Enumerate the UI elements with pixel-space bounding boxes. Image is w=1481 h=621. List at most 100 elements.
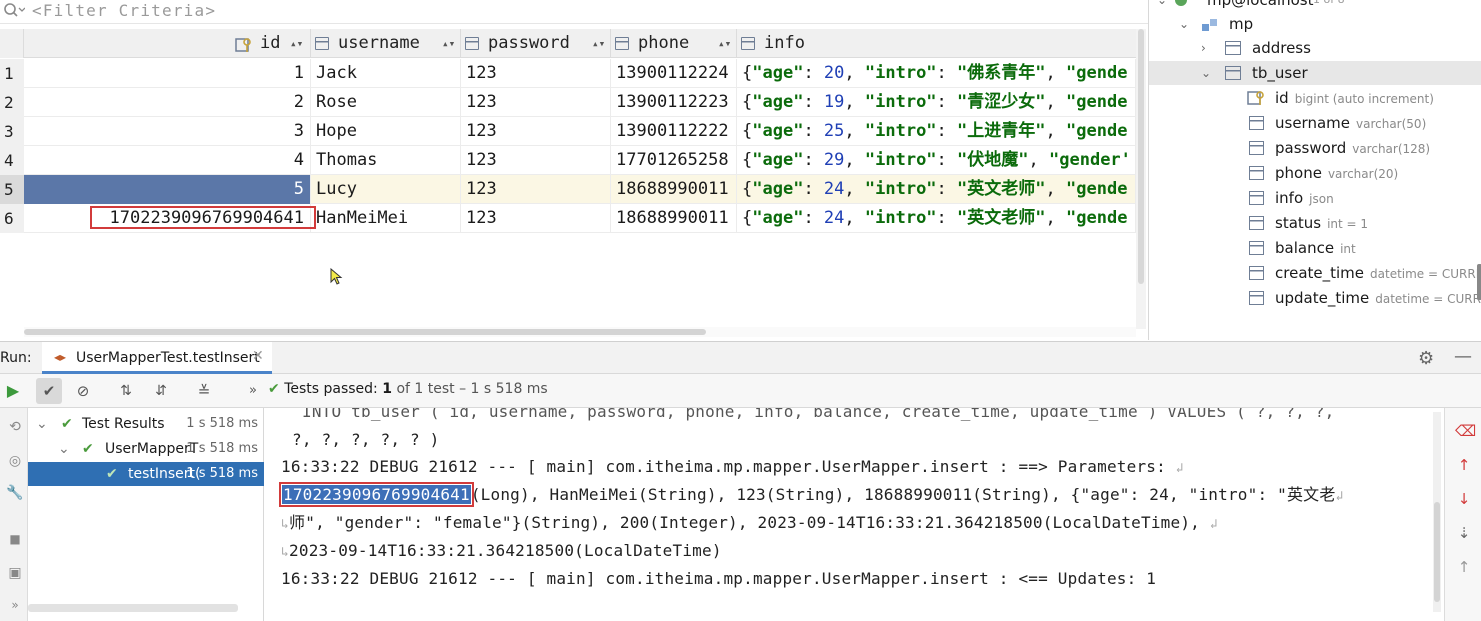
result-time: 1 s 518 ms <box>186 416 258 431</box>
cell-username[interactable]: Rose <box>311 88 461 117</box>
field-name: username <box>1275 114 1350 132</box>
row-number: 6 <box>0 204 24 233</box>
table-icon <box>1225 41 1241 55</box>
table-row[interactable]: 2 2 Rose 123 13900112223 {"age": 19, "in… <box>0 88 1136 117</box>
cell-phone[interactable]: 13900112222 <box>611 117 737 146</box>
console-line: INTO tb_user ( id, username, password, p… <box>302 408 1335 421</box>
column-header-password[interactable]: password ▴▾ <box>461 29 611 58</box>
filter-bar[interactable]: <Filter Criteria> <box>0 0 1148 24</box>
chevron-down-icon[interactable]: ⌄ <box>36 412 48 436</box>
sort-icon[interactable]: ▴▾ <box>592 29 605 58</box>
schema-name: mp <box>1229 15 1254 33</box>
tree-scrollbar[interactable] <box>1477 264 1481 300</box>
filter-input[interactable]: <Filter Criteria> <box>32 1 216 20</box>
table-row-selected[interactable]: 5 5 Lucy 123 18688990011 {"age": 24, "in… <box>0 175 1136 204</box>
sort-icon[interactable]: ▴▾ <box>442 29 455 58</box>
cell-phone[interactable]: 18688990011 <box>611 175 737 204</box>
column-header-label: phone <box>638 33 690 53</box>
grid-horizontal-scrollbar[interactable] <box>24 327 1136 337</box>
console-vertical-scrollbar[interactable] <box>1433 412 1441 612</box>
console-text: 16:33:22 DEBUG 21612 --- [ main] com.ith… <box>281 457 1166 476</box>
sort-icon[interactable]: ⇣ <box>1455 524 1473 542</box>
minimize-icon[interactable]: — <box>1454 346 1472 367</box>
column-header-info[interactable]: info <box>737 29 1136 58</box>
table-row[interactable]: 1 1 Jack 123 13900112224 {"age": 20, "in… <box>0 59 1136 88</box>
chevron-right-icon[interactable]: › <box>1201 36 1206 60</box>
cell-password[interactable]: 123 <box>461 204 611 233</box>
cell-password[interactable]: 123 <box>461 175 611 204</box>
cell-info[interactable]: {"age": 20, "intro": "佛系青年", "gende <box>737 59 1136 88</box>
cell-id[interactable]: 5 <box>24 175 311 204</box>
grid-vertical-scrollbar[interactable] <box>1136 29 1146 329</box>
sort-icon[interactable]: ▴▾ <box>718 29 731 58</box>
cell-username[interactable]: Hope <box>311 117 461 146</box>
run-panel-header: Run: ◂▸ UserMapperTest.testInsert ✕ ⚙ — <box>0 341 1481 374</box>
arrow-down-icon[interactable]: ↓ <box>1455 490 1473 508</box>
row-number: 1 <box>0 59 24 88</box>
sort-icon[interactable]: ▴▾ <box>290 29 303 58</box>
cell-info[interactable]: {"age": 25, "intro": "上进青年", "gende <box>737 117 1136 146</box>
test-class-node[interactable]: ⌄ ✔ UserMapperT 1 s 518 ms <box>28 437 264 461</box>
camera-icon[interactable]: ◎ <box>6 452 24 470</box>
test-results-node[interactable]: ⌄ ✔ Test Results 1 s 518 ms <box>28 412 264 436</box>
table-row[interactable]: 3 3 Hope 123 13900112222 {"age": 25, "in… <box>0 117 1136 146</box>
test-method-node[interactable]: ✔ testInsert( 1 s 518 ms <box>28 462 264 486</box>
cell-phone[interactable]: 13900112224 <box>611 59 737 88</box>
cell-id[interactable]: 2 <box>24 88 311 117</box>
tab-user-mapper-test[interactable]: ◂▸ UserMapperTest.testInsert ✕ <box>42 342 272 374</box>
arrow-up-icon[interactable]: ↑ <box>1455 456 1473 474</box>
result-time: 1 s 518 ms <box>186 466 258 481</box>
scroll-top-icon[interactable]: ↑ <box>1455 558 1473 576</box>
more-icon[interactable]: » <box>6 596 24 614</box>
column-header-username[interactable]: username ▴▾ <box>311 29 461 58</box>
debug-icon[interactable]: ⟲ <box>6 418 24 436</box>
soft-wrap-icon: ↲ <box>1335 489 1344 504</box>
more-icon[interactable]: » <box>240 378 266 404</box>
cell-id[interactable]: 4 <box>24 146 311 175</box>
cell-username[interactable]: Thomas <box>311 146 461 175</box>
results-horizontal-scrollbar[interactable] <box>28 604 238 612</box>
cell-info[interactable]: {"age": 24, "intro": "英文老师", "gende <box>737 175 1136 204</box>
cell-password[interactable]: 123 <box>461 146 611 175</box>
cell-password[interactable]: 123 <box>461 117 611 146</box>
check-icon: ✔ <box>61 416 73 432</box>
cell-phone[interactable]: 17701265258 <box>611 146 737 175</box>
filter-search-icon[interactable] <box>3 2 26 20</box>
close-icon[interactable]: ✕ <box>252 348 264 364</box>
soft-wrap-icon: ↲ <box>1209 517 1218 532</box>
highlighted-id[interactable]: 1702239096769904641 <box>279 482 474 507</box>
cell-password[interactable]: 123 <box>461 88 611 117</box>
connection-name: mp@localhost <box>1207 0 1314 9</box>
console-line: 1702239096769904641(Long), HanMeiMei(Str… <box>279 481 1344 511</box>
column-header-phone[interactable]: phone ▴▾ <box>611 29 737 58</box>
sort-duration-icon[interactable]: ⇵ <box>148 378 174 404</box>
table-row[interactable]: 4 4 Thomas 123 17701265258 {"age": 29, "… <box>0 146 1136 175</box>
cell-username[interactable]: Jack <box>311 59 461 88</box>
cell-phone[interactable]: 18688990011 <box>611 204 737 233</box>
chevron-down-icon[interactable]: ⌄ <box>1201 61 1211 85</box>
show-ignored-icon[interactable]: ⊘ <box>70 378 96 404</box>
expand-all-icon[interactable]: ≚ <box>191 378 217 404</box>
chevron-down-icon[interactable]: ⌄ <box>58 437 70 461</box>
column-header-id[interactable]: id ▴▾ <box>24 29 311 58</box>
cell-username[interactable]: Lucy <box>311 175 461 204</box>
tree-node-table-address[interactable]: › address <box>1201 36 1481 60</box>
clear-console-icon[interactable]: ⌫ <box>1455 422 1476 440</box>
screenshot-icon[interactable]: ▣ <box>6 564 24 582</box>
cell-id[interactable]: 1 <box>24 59 311 88</box>
cell-info[interactable]: {"age": 24, "intro": "英文老师", "gende <box>737 204 1136 233</box>
cell-phone[interactable]: 13900112223 <box>611 88 737 117</box>
rerun-icon[interactable]: ▶ <box>0 378 26 404</box>
sort-alpha-icon[interactable]: ⇅ <box>113 378 139 404</box>
chevron-down-icon[interactable]: ⌄ <box>1179 12 1189 36</box>
gear-icon[interactable]: ⚙ <box>1418 348 1434 369</box>
cell-username[interactable]: HanMeiMei <box>311 204 461 233</box>
show-passed-icon[interactable]: ✔ <box>36 378 62 404</box>
stop-icon[interactable]: ■ <box>6 530 24 548</box>
cell-id[interactable]: 3 <box>24 117 311 146</box>
cell-password[interactable]: 123 <box>461 59 611 88</box>
tree-node-table-tb-user[interactable]: ⌄ tb_user <box>1149 61 1481 85</box>
cell-info[interactable]: {"age": 19, "intro": "青涩少女", "gende <box>737 88 1136 117</box>
cell-info[interactable]: {"age": 29, "intro": "伏地魔", "gender' <box>737 146 1136 175</box>
wrench-icon[interactable]: 🔧 <box>6 484 24 502</box>
